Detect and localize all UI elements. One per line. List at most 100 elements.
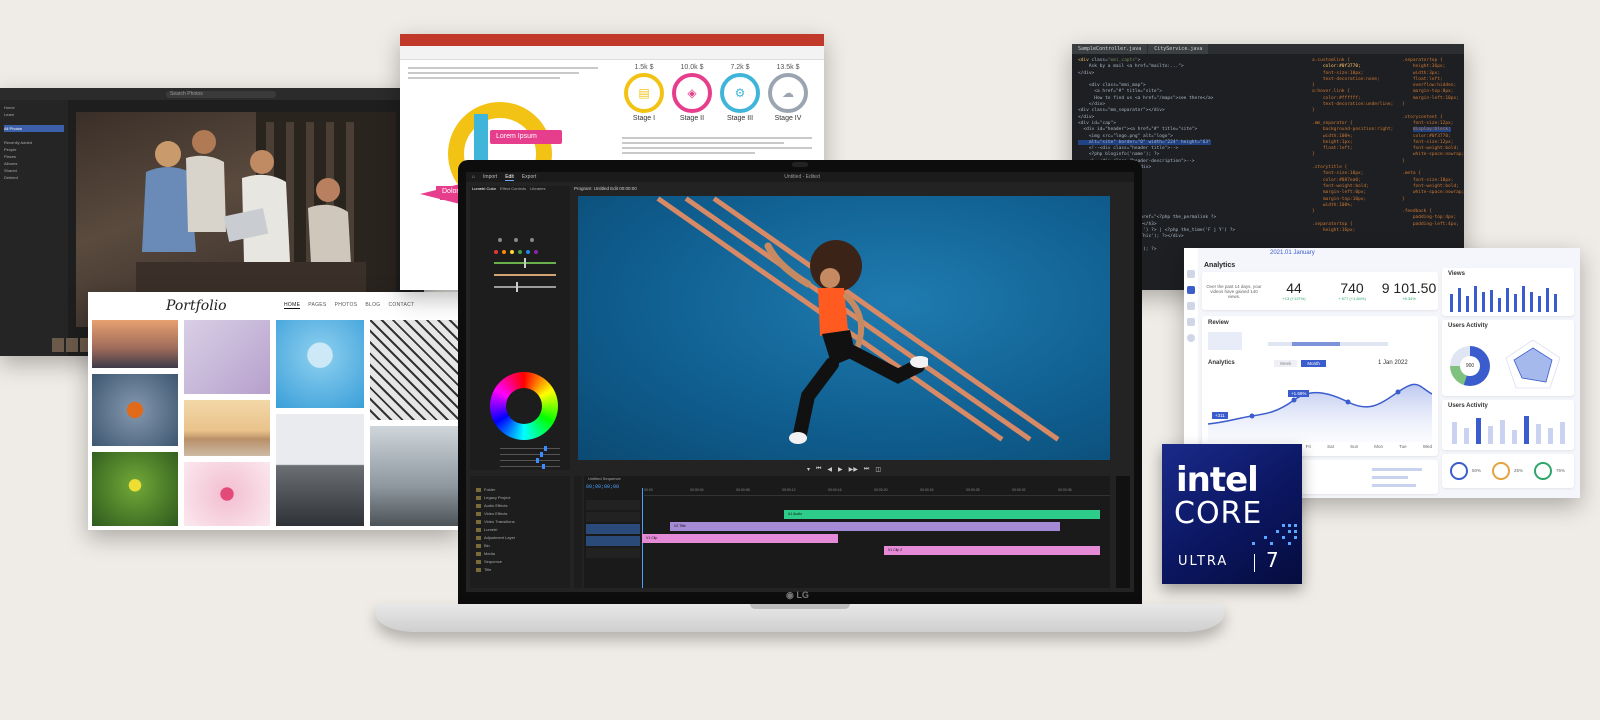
panel-row[interactable] bbox=[470, 330, 570, 338]
home-icon[interactable] bbox=[1187, 270, 1195, 278]
project-item[interactable]: Video Transitions bbox=[470, 518, 570, 526]
date-range-slider[interactable] bbox=[1268, 342, 1388, 346]
tab-effect-controls[interactable]: Effect Controls bbox=[500, 186, 526, 194]
lorem-ipsum-label[interactable]: Lorem Ipsum bbox=[490, 130, 562, 144]
menu-edit[interactable]: Edit bbox=[505, 174, 514, 181]
sidebar-item[interactable]: Places bbox=[4, 153, 64, 160]
gallery-tile[interactable] bbox=[370, 426, 458, 526]
project-item[interactable]: Bin bbox=[470, 542, 570, 550]
timeline-clip[interactable]: A1 Audio bbox=[784, 510, 1100, 519]
sidebar-item[interactable]: Home bbox=[4, 104, 64, 111]
stage-1[interactable]: 1.5k $ ▤ Stage I bbox=[622, 64, 666, 122]
temperature-slider[interactable] bbox=[500, 446, 560, 451]
saturation-slider[interactable] bbox=[500, 464, 560, 469]
timeline-clip[interactable]: V2 Title bbox=[670, 522, 1060, 531]
nav-link-blog[interactable]: BLOG bbox=[365, 302, 380, 309]
timeline-panel[interactable]: Untitled Sequence 00;00;00;00 00:00 00:0… bbox=[584, 476, 1110, 588]
gallery-tile[interactable] bbox=[276, 320, 364, 408]
filmstrip[interactable] bbox=[52, 338, 92, 352]
step-forward-icon[interactable]: ⏭ bbox=[864, 466, 869, 473]
export-frame-icon[interactable]: ◫ bbox=[875, 466, 881, 473]
settings-icon[interactable] bbox=[1187, 334, 1195, 342]
sidebar-item[interactable] bbox=[4, 132, 64, 139]
tab-lumetri-color[interactable]: Lumetri Color bbox=[472, 186, 496, 194]
curves-controls[interactable] bbox=[486, 236, 562, 306]
timecode-display[interactable]: 00;00;00;00 bbox=[586, 484, 619, 490]
nav-link-pages[interactable]: PAGES bbox=[308, 302, 326, 309]
gallery-tile[interactable] bbox=[276, 414, 364, 526]
sidebar-item-all-photos[interactable]: All Photos bbox=[4, 125, 64, 132]
sidebar-item[interactable]: Recently Added bbox=[4, 139, 64, 146]
rewind-icon[interactable]: ◀ bbox=[827, 466, 832, 473]
project-item[interactable]: Sequence bbox=[470, 558, 570, 566]
forward-icon[interactable]: ▶▶ bbox=[849, 466, 858, 473]
stage-3[interactable]: 7.2k $ ⚙ Stage III bbox=[718, 64, 762, 122]
tab-city-service[interactable]: CityService.java bbox=[1148, 44, 1209, 54]
calendar-widget[interactable] bbox=[1208, 332, 1242, 350]
play-icon[interactable]: ▶ bbox=[838, 466, 843, 473]
document-icon: ▤ bbox=[624, 73, 664, 113]
tab-libraries[interactable]: Libraries bbox=[530, 186, 545, 194]
nav-link-photos[interactable]: PHOTOS bbox=[335, 302, 358, 309]
toggle-week[interactable]: Week bbox=[1274, 360, 1298, 367]
menu-import[interactable]: Import bbox=[483, 174, 497, 180]
dot-pattern-icon bbox=[1252, 524, 1297, 545]
tools-panel[interactable] bbox=[574, 476, 582, 588]
home-icon[interactable]: ⌂ bbox=[472, 174, 475, 180]
menu-export[interactable]: Export bbox=[522, 174, 536, 180]
project-item[interactable]: Media bbox=[470, 550, 570, 558]
contrast-slider[interactable] bbox=[500, 458, 560, 463]
kpi-card[interactable]: 740 + 577 (+1.84%) bbox=[1324, 280, 1380, 301]
tint-slider[interactable] bbox=[500, 452, 560, 457]
sidebar-item[interactable]: Shared bbox=[4, 167, 64, 174]
project-item[interactable]: Audio Effects bbox=[470, 502, 570, 510]
nav-link-contact[interactable]: CONTACT bbox=[389, 302, 415, 309]
users-icon[interactable] bbox=[1187, 302, 1195, 310]
analytics-icon[interactable] bbox=[1187, 286, 1195, 294]
marker-icon[interactable]: ▾ bbox=[807, 466, 810, 473]
panel-row[interactable] bbox=[470, 210, 570, 218]
gallery-tile[interactable] bbox=[92, 374, 178, 446]
axis-tick: Tue bbox=[1399, 444, 1407, 449]
tab-sample-controller[interactable]: SampleController.java bbox=[1072, 44, 1148, 54]
panel-row[interactable] bbox=[470, 194, 570, 202]
project-item[interactable]: Adjustment Layer bbox=[470, 534, 570, 542]
track-headers[interactable] bbox=[586, 500, 640, 584]
project-item[interactable]: Legacy Project bbox=[470, 494, 570, 502]
sidebar-item[interactable] bbox=[4, 118, 64, 125]
toggle-month[interactable]: Month bbox=[1301, 360, 1326, 367]
gallery-tile[interactable] bbox=[184, 320, 270, 394]
sidebar-item[interactable]: People bbox=[4, 146, 64, 153]
kpi-card[interactable]: 44 +13 (+137%) bbox=[1266, 280, 1322, 301]
gallery-tile[interactable] bbox=[370, 320, 458, 420]
gallery-tile[interactable] bbox=[184, 400, 270, 456]
portfolio-logo[interactable]: Portfolio bbox=[166, 298, 227, 314]
project-item[interactable]: Video Effects bbox=[470, 510, 570, 518]
stage-2[interactable]: 10.0k $ ◈ Stage II bbox=[670, 64, 714, 122]
messages-icon[interactable] bbox=[1187, 318, 1195, 326]
nav-link-home[interactable]: HOME bbox=[284, 302, 301, 309]
code-column-css[interactable]: a.customlink { color:#0f3770; font-size:… bbox=[1312, 58, 1393, 234]
photo-search-input[interactable]: Search Photos bbox=[166, 90, 276, 98]
program-monitor[interactable] bbox=[578, 196, 1110, 460]
gallery-tile[interactable] bbox=[92, 320, 178, 368]
project-item[interactable]: Folder bbox=[470, 486, 570, 494]
step-back-icon[interactable]: ⏮ bbox=[816, 466, 821, 473]
sidebar-item[interactable]: Deleted bbox=[4, 174, 64, 181]
sidebar-item[interactable]: Albums bbox=[4, 160, 64, 167]
timeline-clip[interactable]: V1 Clip bbox=[642, 534, 838, 543]
window-title: Untitled - Edited bbox=[784, 174, 820, 180]
color-wheel[interactable] bbox=[490, 372, 558, 440]
timeline-clip[interactable]: V1 Clip 2 bbox=[884, 546, 1100, 555]
gallery-tile[interactable] bbox=[92, 452, 178, 526]
sidebar-item[interactable]: Learn bbox=[4, 111, 64, 118]
code-column-css-2[interactable]: .separatortop { height:36px; width:3px; … bbox=[1402, 58, 1464, 228]
gallery-tile[interactable] bbox=[184, 462, 270, 526]
kpi-card[interactable]: 9 101.50 +8.34% bbox=[1380, 280, 1438, 301]
panel-row[interactable] bbox=[470, 202, 570, 210]
project-item[interactable]: Lumetri bbox=[470, 526, 570, 534]
time-ruler[interactable]: 00:00 00:00:04 00:00:08 00:00:12 00:00:1… bbox=[644, 488, 1110, 496]
stage-4[interactable]: 13.5k $ ☁ Stage IV bbox=[766, 64, 810, 122]
project-item[interactable]: Title bbox=[470, 566, 570, 574]
sequence-tab[interactable]: Untitled Sequence bbox=[588, 476, 621, 481]
